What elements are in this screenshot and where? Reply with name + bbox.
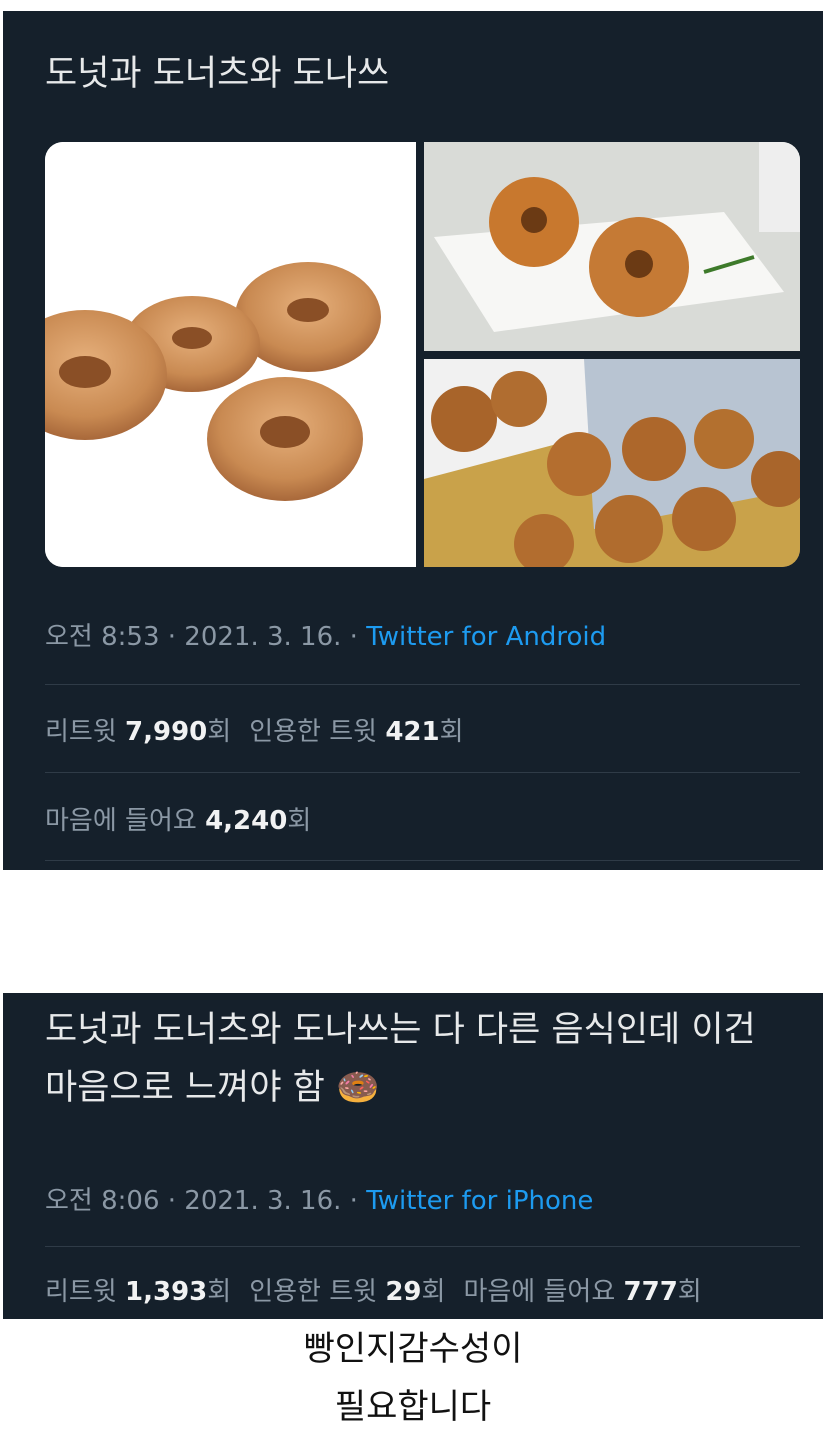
retweets-suffix: 회 (207, 717, 232, 747)
photo-glazed-donuts[interactable] (45, 142, 416, 567)
quotes-suffix: 회 (439, 717, 464, 747)
likes-stat[interactable]: 마음에 들어요 4,240회 (45, 806, 311, 836)
retweets-count: 7,990 (125, 717, 208, 747)
likes-count: 4,240 (205, 806, 288, 836)
likes-stat[interactable]: 마음에 들어요 777회 (463, 1277, 701, 1307)
tweet-2-engagement-row: 리트윗 1,393회 인용한 트윗 29회 마음에 들어요 777회 (45, 1271, 702, 1308)
tweet-2-timestamp: 오전 8:06 · 2021. 3. 16. · Twitter for iPh… (45, 1180, 593, 1217)
glazed-donuts-illustration (45, 142, 416, 567)
cake-donuts-illustration (424, 142, 800, 351)
likes-suffix: 회 (287, 806, 312, 836)
retweets-suffix: 회 (207, 1277, 232, 1307)
retweets-label: 리트윗 (45, 1277, 126, 1307)
photo-cake-donuts-plate[interactable] (424, 142, 800, 351)
tweet-1-likes-row: 마음에 들어요 4,240회 (45, 800, 311, 837)
divider (45, 684, 800, 685)
quotes-count: 29 (385, 1277, 422, 1307)
tweet-2-source-link[interactable]: Twitter for iPhone (366, 1186, 593, 1216)
tweet-2-time: 오전 8:06 · 2021. 3. 16. · (45, 1186, 367, 1216)
quote-tweets-stat[interactable]: 인용한 트윗 421회 (249, 717, 463, 747)
divider (45, 1246, 800, 1247)
photo-donut-balls[interactable] (424, 359, 800, 567)
retweets-stat[interactable]: 리트윗 7,990회 (45, 717, 231, 747)
tweet-1-text: 도넛과 도너츠와 도나쓰 (45, 54, 390, 94)
tweet-card-1: 도넛과 도너츠와 도나쓰 오전 8:53 · 2021. 3. 16. · Tw… (3, 11, 823, 870)
quotes-count: 421 (385, 717, 440, 747)
tweet-card-2: 도넛과 도너츠와 도나쓰는 다 다른 음식인데 이건 마음으로 느껴야 함 🍩 … (3, 993, 823, 1319)
caption-line-2: 필요합니다 (334, 1387, 492, 1427)
likes-label: 마음에 들어요 (463, 1277, 624, 1307)
likes-label: 마음에 들어요 (45, 806, 206, 836)
likes-suffix: 회 (677, 1277, 702, 1307)
tweet-1-time: 오전 8:53 · 2021. 3. 16. · (45, 622, 367, 652)
divider (45, 772, 800, 773)
quote-tweets-stat[interactable]: 인용한 트윗 29회 (249, 1277, 445, 1307)
quotes-label: 인용한 트윗 (249, 1277, 386, 1307)
quotes-label: 인용한 트윗 (249, 717, 386, 747)
retweets-stat[interactable]: 리트윗 1,393회 (45, 1277, 231, 1307)
tweet-1-photo-grid (45, 142, 800, 567)
retweets-count: 1,393 (125, 1277, 208, 1307)
retweets-label: 리트윗 (45, 717, 126, 747)
divider (45, 860, 800, 861)
tweet-2-body: 도넛과 도너츠와 도나쓰는 다 다른 음식인데 이건 마음으로 느껴야 함 (45, 1010, 756, 1108)
donut-emoji-icon: 🍩 (335, 1068, 380, 1108)
tweet-2-text: 도넛과 도너츠와 도나쓰는 다 다른 음식인데 이건 마음으로 느껴야 함 🍩 (45, 1001, 795, 1117)
tweet-1-engagement-row: 리트윗 7,990회 인용한 트윗 421회 (45, 711, 464, 748)
tweet-1-source-link[interactable]: Twitter for Android (366, 622, 606, 652)
donut-balls-illustration (424, 359, 800, 567)
likes-count: 777 (623, 1277, 678, 1307)
caption-line-1: 빵인지감수성이 (303, 1329, 523, 1369)
quotes-suffix: 회 (421, 1277, 446, 1307)
tweet-1-timestamp: 오전 8:53 · 2021. 3. 16. · Twitter for And… (45, 616, 606, 653)
